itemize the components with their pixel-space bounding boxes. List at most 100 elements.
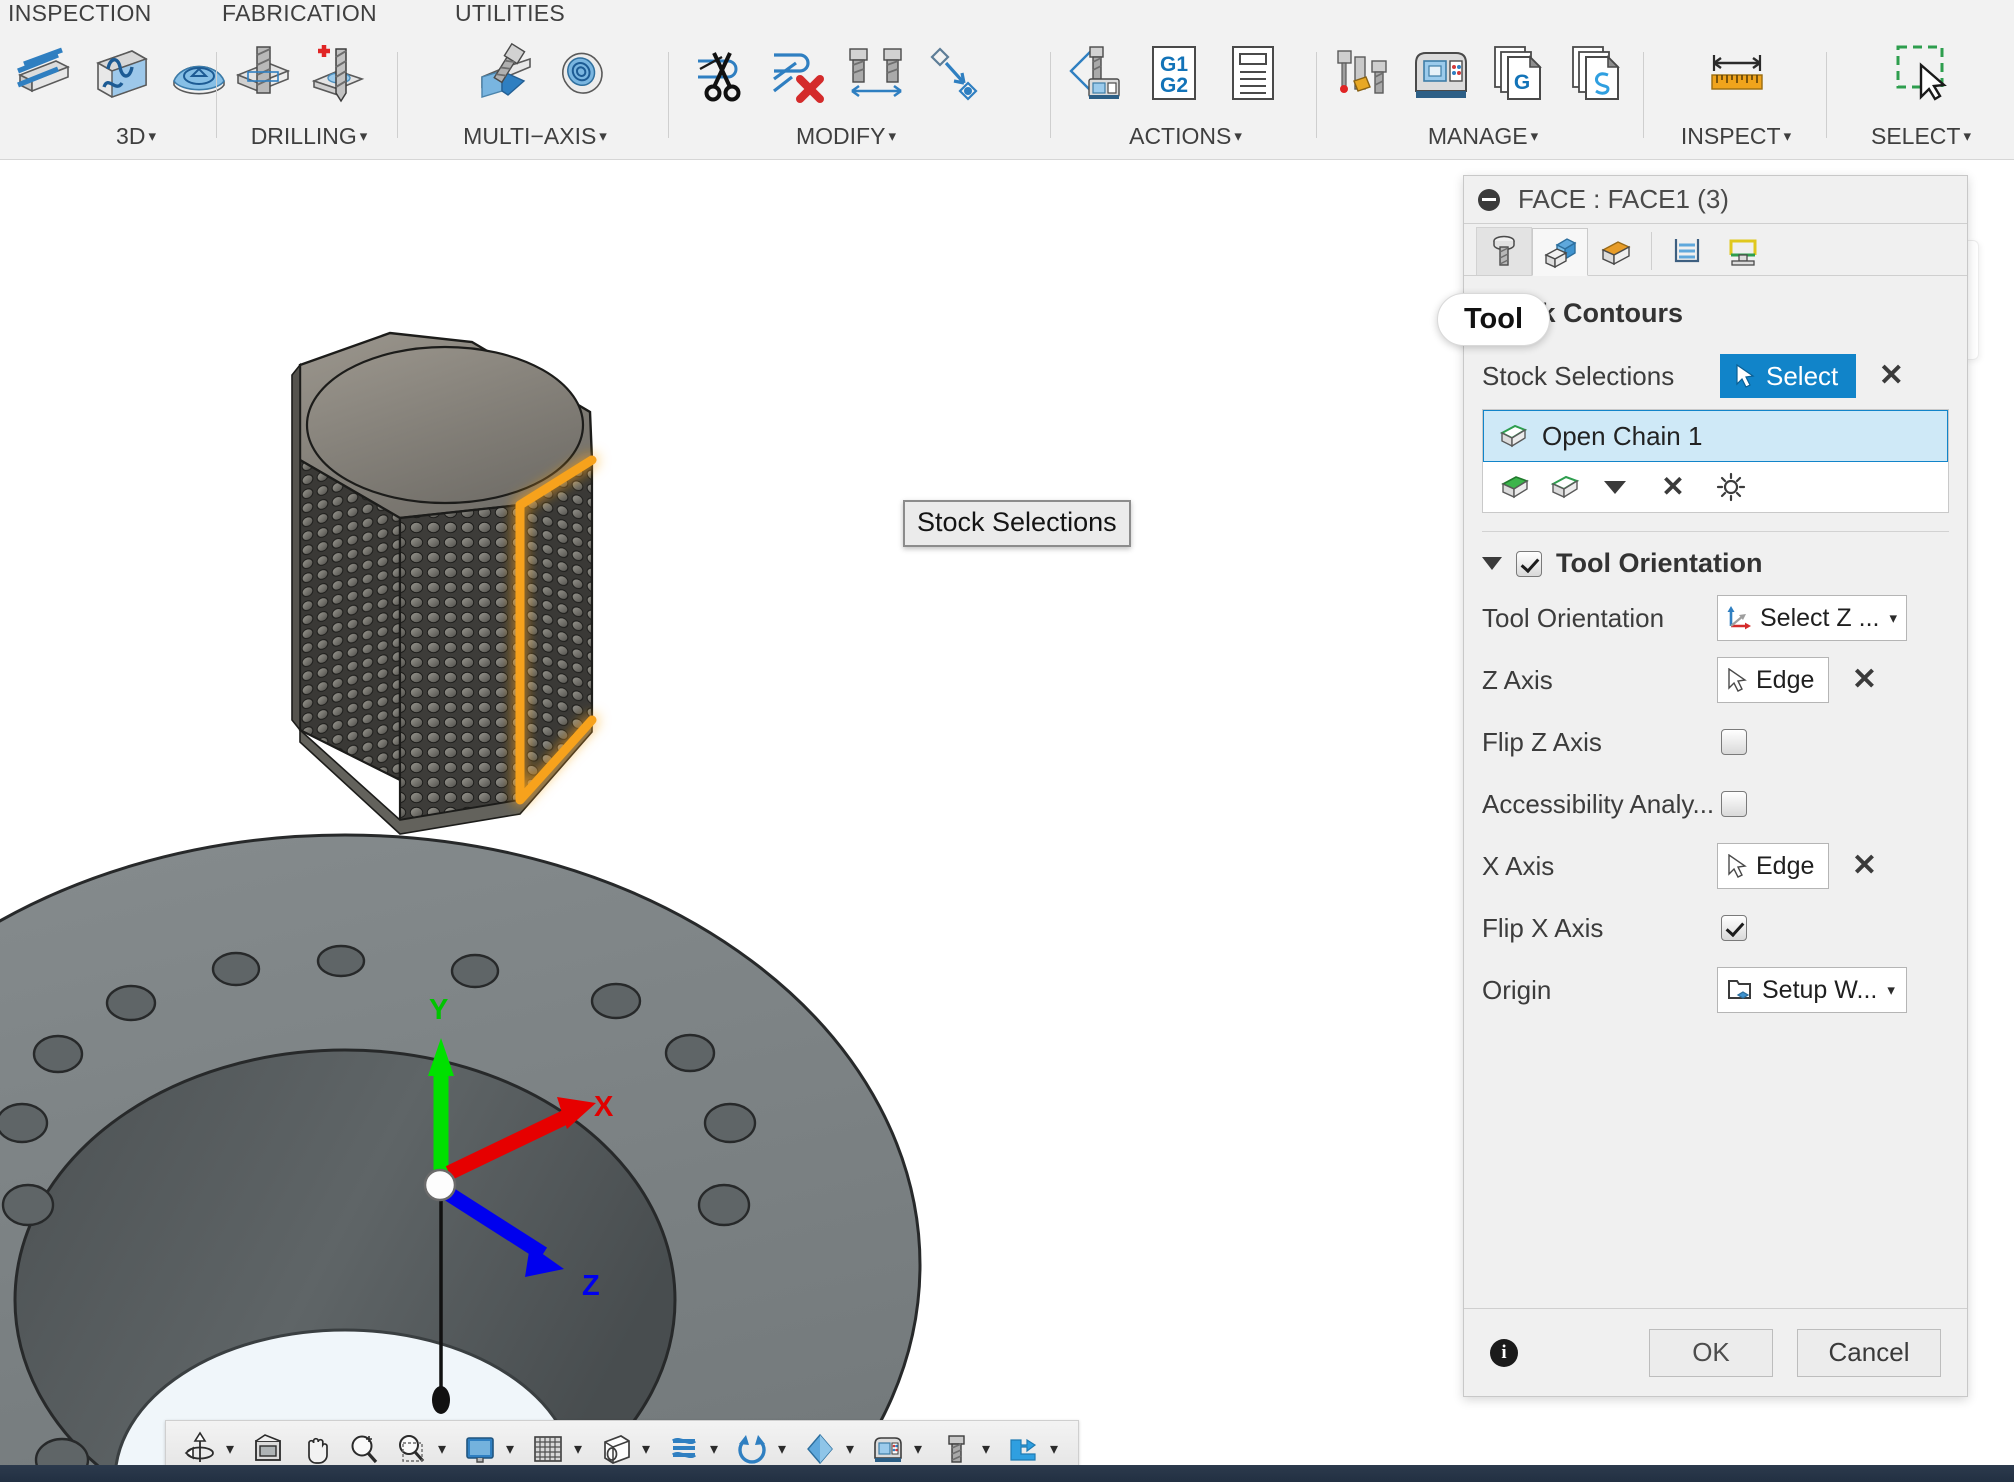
zoom-window-dropdown-caret-icon[interactable]: ▾ <box>432 1439 452 1459</box>
heights-box-icon <box>1601 241 1631 266</box>
tab-tool[interactable] <box>1476 227 1532 275</box>
select-window-icon[interactable] <box>1882 38 1960 110</box>
swarf-icon[interactable] <box>466 38 544 110</box>
tool-orientation-group-header[interactable]: Tool Orientation <box>1482 538 1949 587</box>
ribbon-group-label-select[interactable]: SELECT ▾ <box>1828 123 2014 150</box>
multiaxis-contour-icon[interactable] <box>544 38 622 110</box>
tool-library-icon[interactable] <box>1324 38 1402 110</box>
ok-button[interactable]: OK <box>1649 1328 1773 1377</box>
passes-icon <box>1674 239 1700 263</box>
tool-view-dropdown-caret-icon[interactable]: ▾ <box>976 1439 996 1459</box>
stock-visibility-icon[interactable] <box>664 1429 704 1469</box>
tab-linking[interactable] <box>1715 227 1771 275</box>
list-item[interactable]: Open Chain 1 <box>1483 410 1948 462</box>
refresh-icon[interactable] <box>732 1429 772 1469</box>
surface-outline-icon[interactable] <box>1545 468 1585 506</box>
expand-triangle-icon[interactable] <box>1482 557 1502 570</box>
chevron-down-icon[interactable]: ▾ <box>1889 609 1897 627</box>
ribbon-group-manage: G MANAGE ▾ <box>1318 30 1648 160</box>
display-settings-dropdown-caret-icon[interactable]: ▾ <box>500 1439 520 1459</box>
stock-clear-icon[interactable]: ✕ <box>1874 359 1908 393</box>
tool-view-icon[interactable] <box>936 1429 976 1469</box>
trim-toolpath-icon[interactable] <box>682 38 760 110</box>
cancel-button[interactable]: Cancel <box>1797 1328 1941 1377</box>
info-icon[interactable]: i <box>1490 1338 1518 1367</box>
machine-view-dropdown-caret-icon[interactable]: ▾ <box>908 1439 928 1459</box>
transform-icon[interactable] <box>916 38 994 110</box>
remove-selection-icon[interactable]: ✕ <box>1653 468 1693 506</box>
pan-hand-icon[interactable] <box>296 1429 336 1469</box>
look-at-icon[interactable] <box>248 1429 288 1469</box>
ribbon-group-select: SELECT ▾ <box>1828 30 2014 160</box>
orbit-dropdown-caret-icon[interactable]: ▾ <box>220 1439 240 1459</box>
cad-viewport[interactable]: Y X Z <box>0 160 1465 1465</box>
origin-value: Setup W... <box>1762 975 1878 1004</box>
flip-x-axis-checkbox[interactable] <box>1721 915 1747 941</box>
surface-filled-icon[interactable] <box>1495 468 1535 506</box>
chevron-down-icon[interactable]: ▾ <box>1887 981 1895 999</box>
simulation-icon[interactable] <box>1004 1429 1044 1469</box>
accessibility-analysis-checkbox[interactable] <box>1721 791 1747 817</box>
ribbon-tab-fabrication[interactable]: FABRICATION <box>222 0 377 27</box>
zoom-window-icon[interactable] <box>392 1429 432 1469</box>
grid-snap-dropdown-caret-icon[interactable]: ▾ <box>568 1439 588 1459</box>
refresh-dropdown-caret-icon[interactable]: ▾ <box>772 1439 792 1459</box>
tab-passes[interactable] <box>1659 227 1715 275</box>
ribbon-tab-strip: INSPECTION FABRICATION UTILITIES <box>0 0 2014 30</box>
simulation-dropdown-caret-icon[interactable]: ▾ <box>1044 1439 1064 1459</box>
templates-icon[interactable] <box>1558 38 1636 110</box>
stock-select-button[interactable]: Select <box>1720 354 1857 398</box>
bore-add-icon[interactable] <box>302 38 380 110</box>
z-axis-clear-icon[interactable]: ✕ <box>1847 663 1881 697</box>
zoom-icon[interactable] <box>344 1429 384 1469</box>
adaptive-3d-icon[interactable] <box>82 38 160 110</box>
viewports-icon[interactable] <box>596 1429 636 1469</box>
row-flip-z-axis: Flip Z Axis <box>1482 711 1949 773</box>
drill-icon[interactable] <box>224 38 302 110</box>
collapse-icon[interactable] <box>1478 188 1500 211</box>
visual-style-icon[interactable] <box>800 1429 840 1469</box>
display-settings-icon[interactable] <box>460 1429 500 1469</box>
ribbon-group-label-inspect[interactable]: INSPECT ▾ <box>1646 123 1826 150</box>
stock-selections-row: Stock Selections Select ✕ <box>1482 347 1949 405</box>
linking-icon <box>1729 239 1757 266</box>
grid-snap-icon[interactable] <box>528 1429 568 1469</box>
tool-compare-icon[interactable] <box>838 38 916 110</box>
viewports-dropdown-caret-icon[interactable]: ▾ <box>636 1439 656 1459</box>
measure-ruler-icon[interactable] <box>1698 38 1776 110</box>
orbit-icon[interactable] <box>180 1429 220 1469</box>
axis-label-x: X <box>594 1091 614 1123</box>
ribbon-group-label-drilling[interactable]: DRILLING ▾ <box>218 123 400 150</box>
delete-toolpath-icon[interactable] <box>760 38 838 110</box>
end-mill-icon <box>1493 235 1515 266</box>
ribbon-group-multi-axis: MULTI−AXIS ▾ <box>400 30 670 160</box>
ribbon-tab-utilities[interactable]: UTILITIES <box>455 0 565 27</box>
ribbon-group-label-modify[interactable]: MODIFY ▾ <box>670 123 1022 150</box>
ribbon-group-label-manage[interactable]: MANAGE ▾ <box>1318 123 1648 150</box>
tab-geometry[interactable] <box>1532 228 1588 276</box>
nc-programs-icon[interactable]: G <box>1480 38 1558 110</box>
parallel-3d-icon[interactable] <box>4 38 82 110</box>
g1-g2-post-icon[interactable]: G1 G2 <box>1135 38 1213 110</box>
ribbon-tab-inspection[interactable]: INSPECTION <box>8 0 152 27</box>
tab-heights[interactable] <box>1588 227 1644 275</box>
tool-orientation-checkbox[interactable] <box>1516 550 1542 577</box>
setup-sheet-icon[interactable] <box>1213 38 1291 110</box>
ribbon-group-label-actions[interactable]: ACTIONS ▾ <box>1053 123 1318 150</box>
selection-dropdown-caret-icon[interactable] <box>1595 468 1635 506</box>
machine-library-icon[interactable] <box>1402 38 1480 110</box>
visual-style-dropdown-caret-icon[interactable]: ▾ <box>840 1439 860 1459</box>
stock-visibility-dropdown-caret-icon[interactable]: ▾ <box>704 1439 724 1459</box>
tool-orientation-combo[interactable]: Select Z ... ▾ <box>1717 595 1907 641</box>
tool-tab-tooltip: Tool <box>1437 293 1551 346</box>
dialog-title-bar: FACE : FACE1 (3) <box>1464 176 1967 224</box>
ribbon-group-label-multiaxis[interactable]: MULTI−AXIS ▾ <box>400 123 670 150</box>
simulate-icon[interactable] <box>1057 38 1135 110</box>
z-axis-pick-button[interactable]: Edge <box>1717 657 1830 703</box>
origin-combo[interactable]: Setup W... ▾ <box>1717 967 1907 1013</box>
settings-gear-icon[interactable] <box>1711 468 1751 506</box>
machine-view-icon[interactable] <box>868 1429 908 1469</box>
x-axis-pick-button[interactable]: Edge <box>1717 843 1830 889</box>
flip-z-axis-checkbox[interactable] <box>1721 729 1747 755</box>
x-axis-clear-icon[interactable]: ✕ <box>1847 849 1881 883</box>
